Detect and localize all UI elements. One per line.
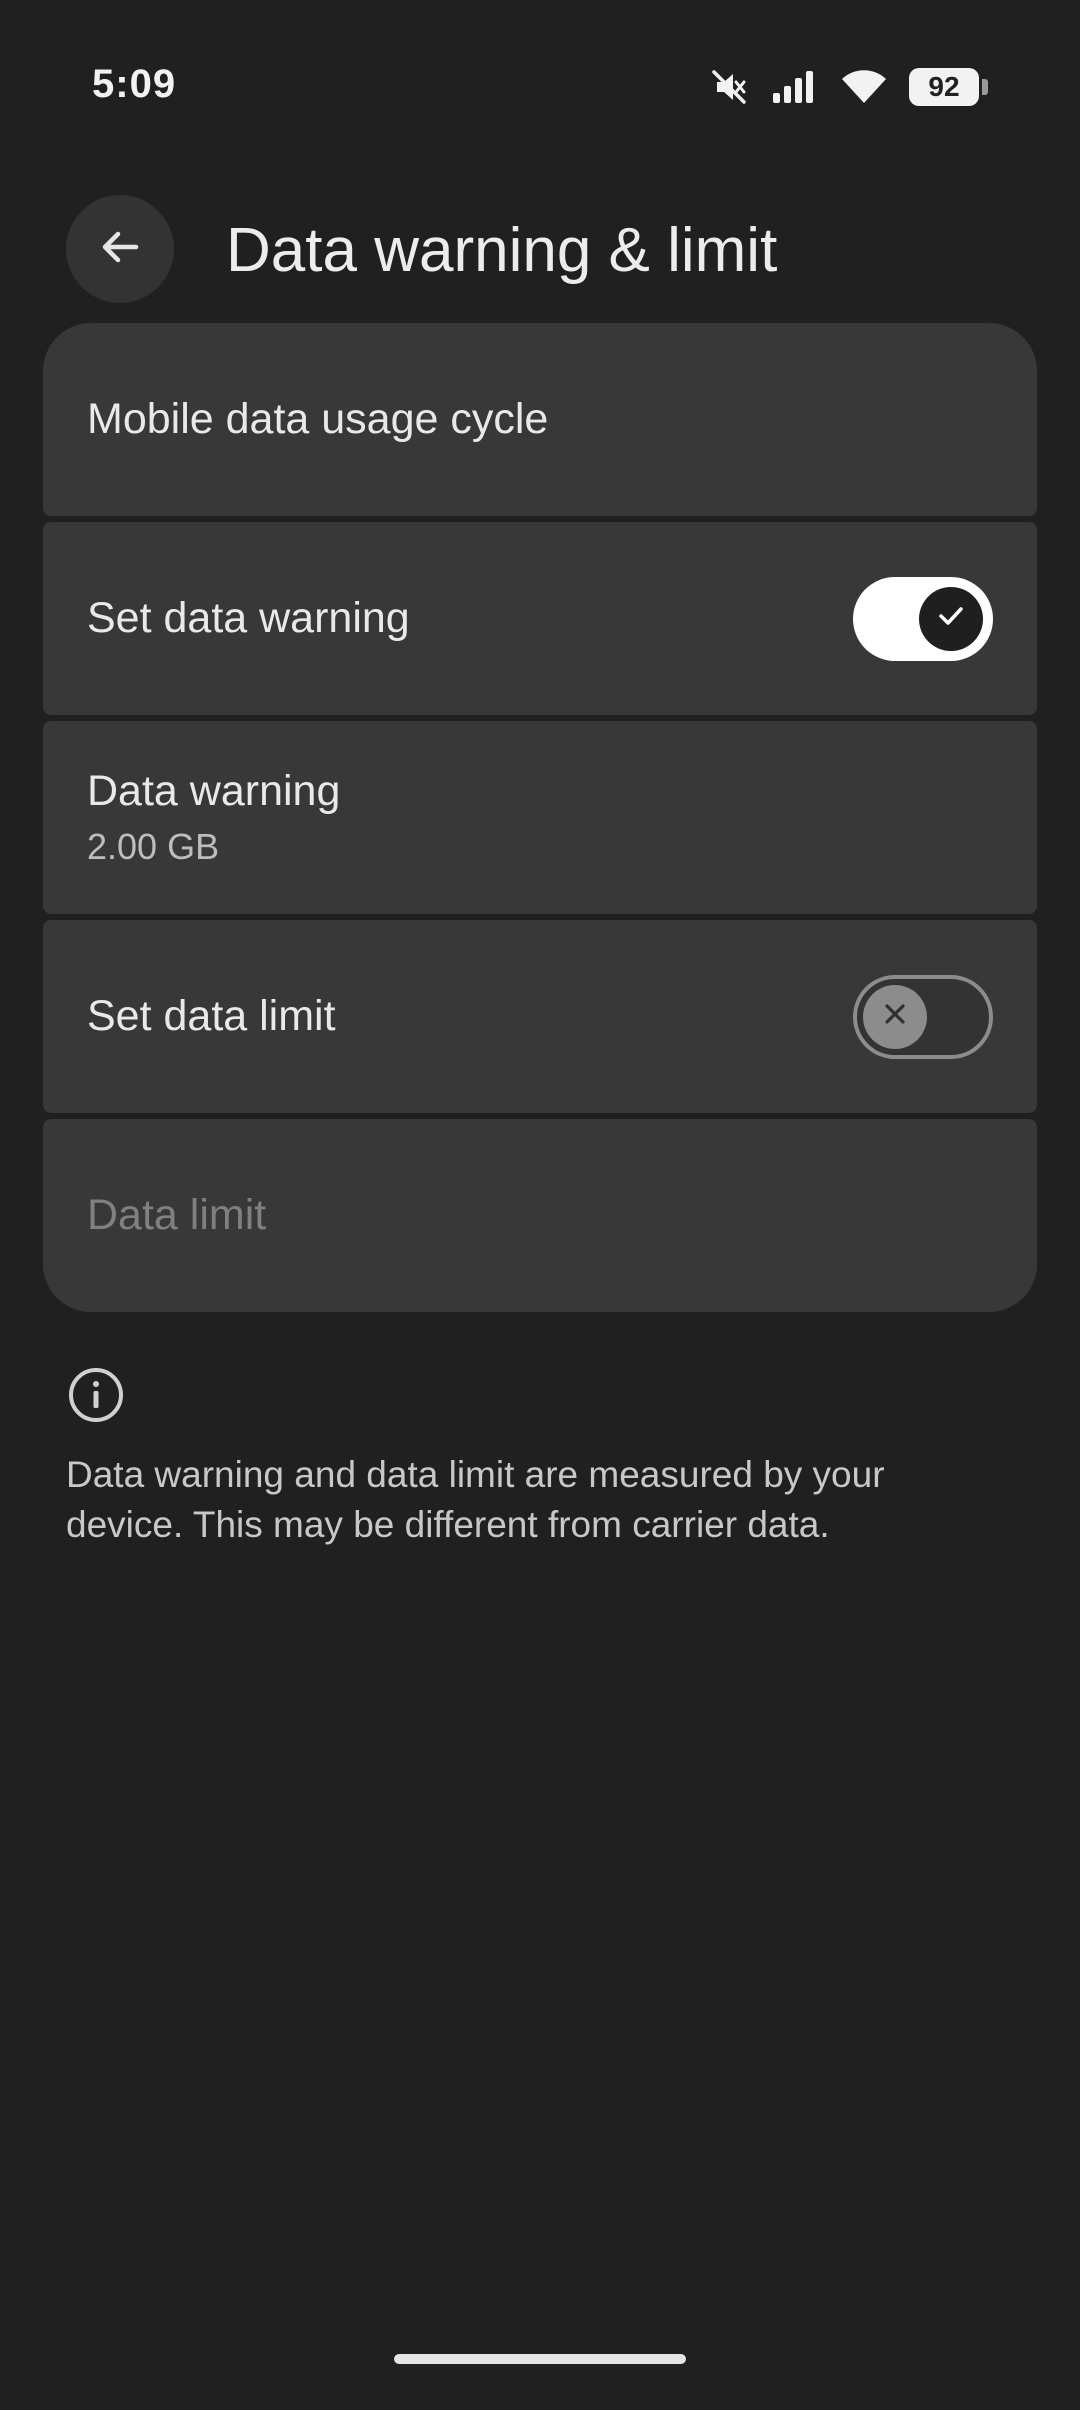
back-button[interactable] <box>66 195 174 303</box>
check-icon <box>934 599 968 638</box>
gesture-bar[interactable] <box>394 2354 686 2364</box>
status-bar: 5:09 92 <box>0 0 1080 170</box>
page-title: Data warning & limit <box>226 216 778 285</box>
data-limit-toggle[interactable] <box>853 974 993 1059</box>
app-bar: Data warning & limit <box>0 195 1080 305</box>
wifi-icon <box>841 69 887 105</box>
data-warning-title: Data warning <box>87 767 341 815</box>
usage-cycle-item[interactable]: Mobile data usage cycle <box>43 323 1037 516</box>
info-icon <box>66 1365 126 1425</box>
status-time: 5:09 <box>92 62 177 106</box>
data-warning-toggle[interactable] <box>853 576 993 661</box>
settings-list: Mobile data usage cycle Set data warning… <box>43 323 1037 1312</box>
data-warning-item[interactable]: Data warning 2.00 GB <box>43 721 1037 914</box>
data-limit-item: Data limit <box>43 1119 1037 1312</box>
status-icons: 92 <box>709 62 988 112</box>
data-limit-title: Data limit <box>87 1191 267 1239</box>
set-data-warning-item[interactable]: Set data warning <box>43 522 1037 715</box>
info-text: Data warning and data limit are measured… <box>66 1454 885 1545</box>
toggle-thumb <box>863 984 927 1049</box>
close-icon <box>880 999 910 1034</box>
set-data-limit-item[interactable]: Set data limit <box>43 920 1037 1113</box>
signal-icon <box>771 69 819 105</box>
data-warning-value: 2.00 GB <box>87 826 220 867</box>
battery-level: 92 <box>909 68 979 106</box>
mute-icon <box>709 67 749 107</box>
screen: 5:09 92 Data warning & limit Mobile data… <box>0 0 1080 2410</box>
battery-icon: 92 <box>909 68 988 106</box>
usage-cycle-title: Mobile data usage cycle <box>87 395 549 443</box>
arrow-back-icon <box>96 223 144 276</box>
battery-tip <box>982 79 988 95</box>
toggle-thumb <box>919 586 983 651</box>
